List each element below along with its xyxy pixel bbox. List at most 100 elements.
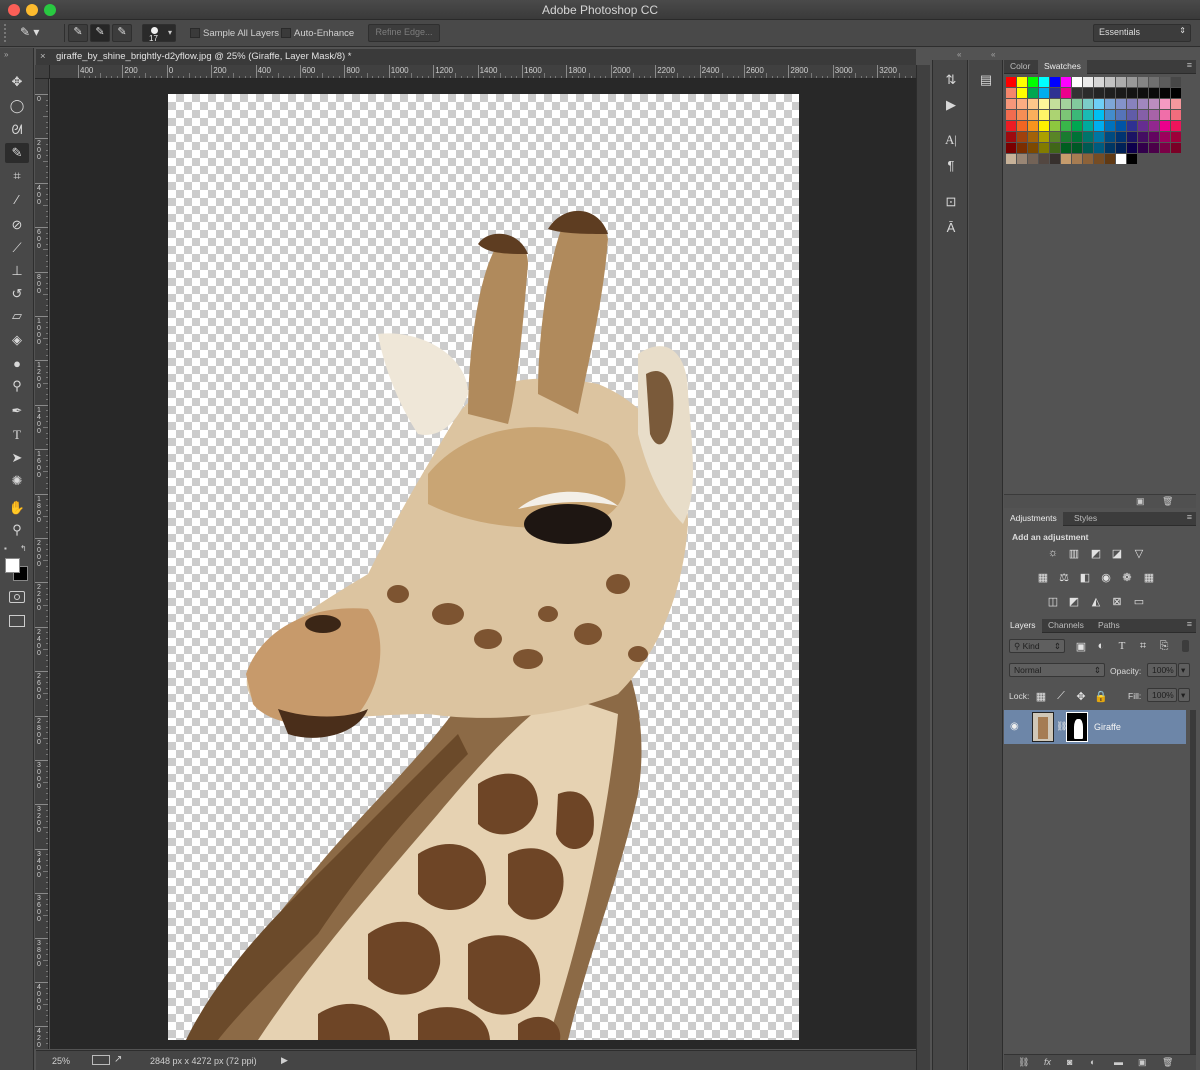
color-swatch[interactable] xyxy=(1050,77,1060,87)
fill-dropdown[interactable]: ▾ xyxy=(1178,688,1190,702)
subtract-from-selection-button[interactable]: ✎ xyxy=(112,24,132,42)
default-colors-icon[interactable]: ▪ xyxy=(4,544,7,553)
share-icon[interactable]: ↗ xyxy=(114,1054,122,1065)
color-swatch[interactable] xyxy=(1083,110,1093,120)
panel-menu-icon[interactable]: ≡ xyxy=(1187,60,1192,70)
color-swatch[interactable] xyxy=(1039,110,1049,120)
gradient-map-icon[interactable]: ▭ xyxy=(1132,594,1146,608)
color-swatch[interactable] xyxy=(1105,121,1115,131)
brush-icon[interactable]: ⟋ xyxy=(5,238,29,258)
lasso-icon[interactable]: ᘛ xyxy=(5,120,29,140)
color-swatch[interactable] xyxy=(1160,88,1170,98)
color-swatch[interactable] xyxy=(1061,77,1071,87)
lock-all-icon[interactable]: 🔒 xyxy=(1094,689,1108,703)
color-swatch[interactable] xyxy=(1171,121,1181,131)
color-swatch[interactable] xyxy=(1094,132,1104,142)
fill-field[interactable]: 100% xyxy=(1147,688,1177,702)
color-swatch[interactable] xyxy=(1028,143,1038,153)
color-swatch[interactable] xyxy=(1094,110,1104,120)
color-swatch[interactable] xyxy=(1138,121,1148,131)
color-swatch[interactable] xyxy=(1072,154,1082,164)
photo-filter-icon[interactable]: ◉ xyxy=(1099,570,1113,584)
color-swatch[interactable] xyxy=(1039,77,1049,87)
trash-icon[interactable]: 🗑 xyxy=(1162,1057,1173,1068)
color-swatch[interactable] xyxy=(1094,77,1104,87)
color-swatch[interactable] xyxy=(1171,88,1181,98)
color-swatch[interactable] xyxy=(1138,143,1148,153)
layer-name[interactable]: Giraffe xyxy=(1094,722,1121,732)
color-swatch[interactable] xyxy=(1050,110,1060,120)
selective-color-icon[interactable]: ⊠ xyxy=(1110,594,1124,608)
collapse-arrows-icon[interactable]: « xyxy=(991,50,995,59)
color-swatch[interactable] xyxy=(1105,77,1115,87)
healing-brush-icon[interactable]: ⊘ xyxy=(5,215,29,235)
tab-color[interactable]: Color xyxy=(1004,60,1036,74)
color-swatch[interactable] xyxy=(1006,132,1016,142)
zoom-icon[interactable]: ⚲ xyxy=(5,520,29,540)
opacity-dropdown[interactable]: ▾ xyxy=(1178,663,1190,677)
color-swatch[interactable] xyxy=(1061,88,1071,98)
new-group-icon[interactable]: ▬ xyxy=(1114,1057,1123,1067)
color-swatch[interactable] xyxy=(1050,99,1060,109)
vertical-scrollbar[interactable] xyxy=(916,65,930,1070)
layer-style-icon[interactable]: fx xyxy=(1044,1057,1051,1067)
color-swatch[interactable] xyxy=(1160,143,1170,153)
color-swatch[interactable] xyxy=(1127,99,1137,109)
levels-icon[interactable]: ▥ xyxy=(1067,546,1081,560)
color-swatch[interactable] xyxy=(1006,154,1016,164)
color-swatch[interactable] xyxy=(1039,88,1049,98)
color-swatch[interactable] xyxy=(1094,88,1104,98)
color-lookup-icon[interactable]: ▦ xyxy=(1142,570,1156,584)
color-swatch[interactable] xyxy=(1149,99,1159,109)
color-swatch[interactable] xyxy=(1116,99,1126,109)
color-swatch[interactable] xyxy=(1050,88,1060,98)
tool-preset-picker[interactable]: ✎ ▾ xyxy=(20,25,50,41)
vertical-ruler[interactable]: 0 200 400 600 800 1000 1200 1400 1600 1800 2000 220… xyxy=(35,79,49,1049)
color-swatch[interactable] xyxy=(1006,110,1016,120)
sample-all-layers-checkbox[interactable] xyxy=(190,28,200,38)
color-swatch[interactable] xyxy=(1127,121,1137,131)
color-swatch[interactable] xyxy=(1061,121,1071,131)
character-icon[interactable]: A| xyxy=(941,130,961,150)
color-swatch[interactable] xyxy=(1050,121,1060,131)
panel-menu-icon[interactable]: ≡ xyxy=(1187,512,1192,522)
color-swatch[interactable] xyxy=(1149,77,1159,87)
history-brush-icon[interactable]: ↺ xyxy=(5,284,29,304)
curves-icon[interactable]: ◩ xyxy=(1089,546,1103,560)
quick-mask-icon[interactable] xyxy=(9,591,25,603)
color-swatch[interactable] xyxy=(1050,154,1060,164)
color-swatch[interactable] xyxy=(1149,110,1159,120)
color-swatch[interactable] xyxy=(1116,110,1126,120)
filter-pixel-icon[interactable]: ▣ xyxy=(1074,639,1088,653)
color-swatch[interactable] xyxy=(1160,77,1170,87)
layers-scrollbar[interactable] xyxy=(1190,710,1196,1070)
document-tab[interactable]: × giraffe_by_shine_brightly-d2yflow.jpg … xyxy=(36,49,916,65)
collapse-arrows-icon[interactable]: » xyxy=(4,50,8,59)
panel-menu-icon[interactable]: ≡ xyxy=(1187,619,1192,629)
layer-mask-thumbnail[interactable] xyxy=(1066,712,1088,742)
type-icon[interactable]: T xyxy=(5,425,29,445)
history-icon[interactable]: ⇅ xyxy=(941,70,961,90)
color-swatch[interactable] xyxy=(1028,88,1038,98)
color-swatch[interactable] xyxy=(1149,132,1159,142)
tab-layers[interactable]: Layers xyxy=(1004,619,1042,633)
brightness-contrast-icon[interactable]: ☼ xyxy=(1046,546,1060,560)
layer-thumbnail[interactable] xyxy=(1032,712,1054,742)
layer-row[interactable]: ◉ ⛓ Giraffe xyxy=(1004,710,1186,744)
color-swatch[interactable] xyxy=(1072,110,1082,120)
color-swatch[interactable] xyxy=(1127,143,1137,153)
invert-icon[interactable]: ◫ xyxy=(1046,594,1060,608)
tab-swatches[interactable]: Swatches xyxy=(1038,60,1087,74)
color-swatch[interactable] xyxy=(1028,77,1038,87)
filter-toggle[interactable] xyxy=(1182,640,1189,652)
paint-bucket-icon[interactable]: ◈ xyxy=(5,330,29,350)
color-swatch[interactable] xyxy=(1017,88,1027,98)
color-swatch[interactable] xyxy=(1039,121,1049,131)
color-swatch[interactable] xyxy=(1171,143,1181,153)
exposure-icon[interactable]: ◪ xyxy=(1110,546,1124,560)
color-swatch[interactable] xyxy=(1116,154,1126,164)
color-swatch[interactable] xyxy=(1171,99,1181,109)
color-swatch[interactable] xyxy=(1127,77,1137,87)
hand-icon[interactable]: ✋ xyxy=(5,498,29,518)
screen-mode-icon[interactable] xyxy=(9,615,25,627)
